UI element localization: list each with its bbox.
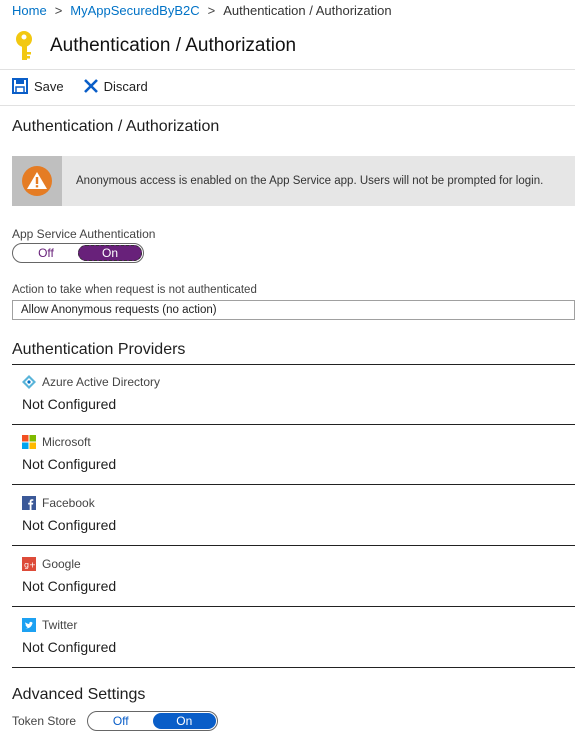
divider	[0, 105, 575, 106]
key-icon	[16, 31, 32, 60]
provider-name-row: Azure Active Directory	[22, 375, 160, 389]
facebook-icon	[22, 496, 36, 510]
action-dropdown[interactable]: Allow Anonymous requests (no action)	[12, 300, 575, 320]
provider-name-row: g+ Google	[22, 557, 81, 571]
action-label: Action to take when request is not authe…	[12, 284, 257, 296]
svg-text:g+: g+	[24, 561, 36, 570]
warning-banner: Anonymous access is enabled on the App S…	[12, 156, 575, 206]
microsoft-icon	[22, 435, 36, 449]
save-label: Save	[34, 78, 64, 94]
provider-status: Not Configured	[22, 578, 117, 594]
provider-twitter[interactable]: Twitter Not Configured	[12, 608, 575, 668]
app-service-auth-on-option[interactable]: On	[78, 245, 142, 261]
provider-status: Not Configured	[22, 396, 117, 412]
warning-message: Anonymous access is enabled on the App S…	[76, 175, 544, 187]
breadcrumb: Home > MyAppSecuredByB2C > Authentication / …	[12, 3, 392, 18]
provider-status: Not Configured	[22, 639, 117, 655]
section-title: Authentication / Authorization	[12, 118, 220, 135]
google-icon: g+	[22, 557, 36, 571]
discard-button[interactable]: Discard	[83, 78, 148, 94]
discard-label: Discard	[103, 78, 148, 94]
twitter-icon	[22, 618, 36, 632]
breadcrumb-home-link[interactable]: Home	[12, 3, 47, 18]
provider-name: Microsoft	[42, 435, 91, 449]
provider-name-row: Twitter	[22, 618, 77, 632]
provider-name: Azure Active Directory	[42, 375, 161, 389]
app-service-auth-toggle[interactable]: Off On	[12, 243, 144, 263]
save-icon	[12, 78, 28, 94]
provider-status: Not Configured	[22, 517, 117, 533]
token-store-toggle[interactable]: Off On	[87, 711, 218, 731]
toolbar: Save Discard	[12, 78, 168, 94]
provider-google[interactable]: g+ Google Not Configured	[12, 547, 575, 607]
breadcrumb-separator: >	[207, 3, 216, 18]
provider-name: Twitter	[42, 618, 78, 632]
provider-facebook[interactable]: Facebook Not Configured	[12, 486, 575, 546]
breadcrumb-separator: >	[54, 3, 63, 18]
provider-microsoft[interactable]: Microsoft Not Configured	[12, 425, 575, 485]
provider-name: Facebook	[42, 496, 95, 510]
breadcrumb-app-link[interactable]: MyAppSecuredByB2C	[70, 3, 199, 18]
save-button[interactable]: Save	[12, 78, 64, 94]
advanced-settings-title: Advanced Settings	[12, 686, 146, 703]
app-service-auth-off-option[interactable]: Off	[14, 245, 78, 261]
token-store-off-option[interactable]: Off	[89, 713, 153, 729]
warning-icon-box	[12, 156, 62, 206]
provider-name: Google	[42, 557, 81, 571]
breadcrumb-current: Authentication / Authorization	[223, 3, 392, 18]
provider-name-row: Facebook	[22, 496, 95, 510]
divider	[0, 69, 575, 70]
azure-ad-icon	[22, 375, 36, 389]
warning-icon	[22, 166, 52, 196]
providers-title: Authentication Providers	[12, 341, 186, 358]
page-title: Authentication / Authorization	[50, 35, 297, 56]
page-header: Authentication / Authorization	[12, 30, 296, 62]
provider-name-row: Microsoft	[22, 435, 91, 449]
app-service-auth-label: App Service Authentication	[12, 227, 156, 241]
provider-azure-ad[interactable]: Azure Active Directory Not Configured	[12, 365, 575, 425]
provider-status: Not Configured	[22, 456, 117, 472]
token-store-on-option[interactable]: On	[152, 713, 216, 729]
token-store-label: Token Store	[12, 714, 77, 728]
close-icon	[83, 79, 98, 93]
